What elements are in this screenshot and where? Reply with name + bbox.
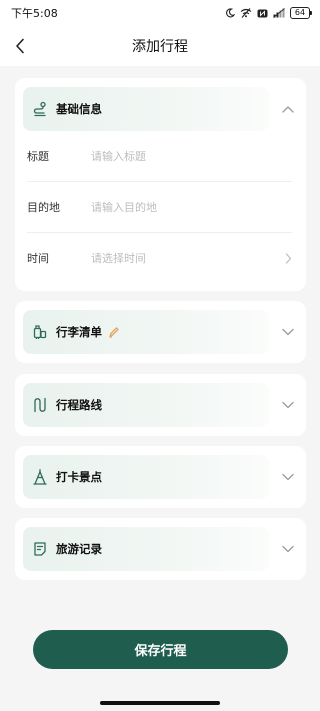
document-icon (32, 541, 48, 557)
status-icons: 64 (225, 7, 312, 19)
home-indicator[interactable] (100, 701, 220, 705)
route-icon (32, 397, 48, 413)
chevron-up-icon (282, 106, 294, 113)
route-pin-icon (32, 101, 48, 117)
basic-info-card: 基础信息 标题 目的地 时间 请选择时间 (15, 78, 306, 291)
chevron-down-icon (282, 328, 294, 336)
checkin-card: 打卡景点 (15, 446, 306, 508)
route-header[interactable]: 行程路线 (23, 383, 269, 427)
expand-route-button[interactable] (281, 398, 295, 412)
battery-icon: 64 (290, 7, 312, 19)
chevron-down-icon (282, 401, 294, 409)
collapse-basic-button[interactable] (281, 102, 295, 116)
chevron-right-icon (285, 252, 292, 264)
route-label: 行程路线 (56, 398, 102, 412)
basic-info-label: 基础信息 (56, 102, 102, 116)
title-input[interactable] (91, 149, 292, 163)
time-field[interactable]: 时间 请选择时间 (27, 233, 292, 283)
save-trip-button[interactable]: 保存行程 (33, 630, 288, 669)
nfc-icon (257, 9, 268, 18)
title-field: 标题 (27, 131, 292, 181)
time-picker[interactable]: 请选择时间 (91, 250, 285, 266)
record-label: 旅游记录 (56, 542, 102, 556)
destination-field: 目的地 (27, 182, 292, 232)
back-button[interactable] (10, 36, 30, 56)
destination-input[interactable] (91, 200, 292, 214)
pencil-icon (108, 326, 120, 338)
luggage-label: 行李清单 (56, 325, 102, 339)
expand-luggage-button[interactable] (281, 325, 295, 339)
record-header[interactable]: 旅游记录 (23, 527, 269, 571)
checkin-header[interactable]: 打卡景点 (23, 455, 269, 499)
tower-icon (32, 469, 48, 485)
title-field-label: 标题 (27, 150, 49, 163)
luggage-header[interactable]: 行李清单 (23, 310, 269, 354)
luggage-icon (32, 324, 48, 340)
status-bar: 下午5:08 64 (0, 0, 320, 26)
signal-icon (273, 8, 285, 18)
page-title: 添加行程 (132, 39, 188, 55)
destination-field-label: 目的地 (27, 201, 60, 214)
route-card: 行程路线 (15, 374, 306, 436)
status-time: 下午5:08 (11, 7, 58, 20)
moon-icon (225, 8, 235, 18)
record-card: 旅游记录 (15, 518, 306, 580)
expand-checkin-button[interactable] (281, 470, 295, 484)
chevron-down-icon (282, 473, 294, 481)
checkin-label: 打卡景点 (56, 470, 102, 484)
screen: 下午5:08 64 添加行程 基础信息 标题 请输入标题 目的地 请输入目的地 … (0, 0, 320, 711)
luggage-card: 行李清单 (15, 301, 306, 363)
wifi-off-icon (240, 8, 252, 18)
basic-info-header[interactable]: 基础信息 (23, 87, 269, 131)
app-header: 添加行程 (0, 26, 320, 66)
expand-record-button[interactable] (281, 542, 295, 556)
chevron-left-icon (16, 38, 24, 54)
time-field-label: 时间 (27, 252, 49, 265)
chevron-down-icon (282, 545, 294, 553)
